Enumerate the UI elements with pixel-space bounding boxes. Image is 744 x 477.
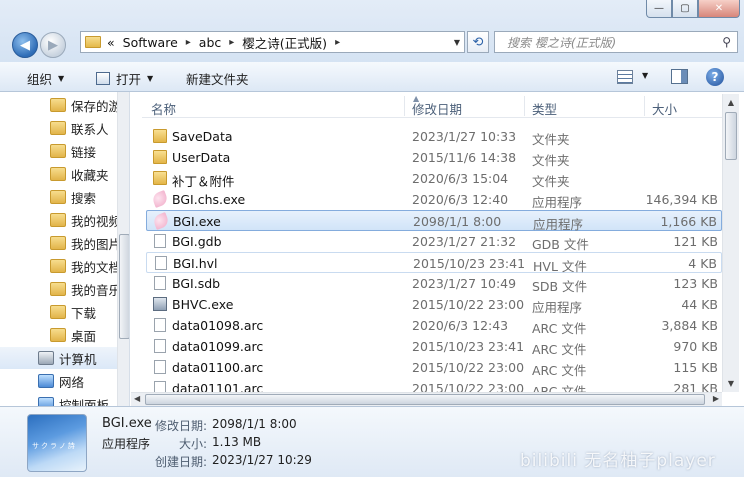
search-icon[interactable]: ⚲	[722, 35, 731, 49]
control-panel-icon	[38, 397, 54, 406]
file-icon	[154, 339, 166, 353]
file-row[interactable]: 补丁＆附件 2020/6/3 15:04 文件夹	[146, 168, 722, 189]
folder-icon	[153, 171, 167, 185]
scroll-up-icon[interactable]: ▲	[723, 94, 739, 111]
file-row[interactable]: data01100.arc 2015/10/22 23:00 ARC 文件 115 K…	[146, 357, 722, 378]
file-size: 1,166 KB	[660, 214, 717, 229]
detail-created-label: 创建日期:	[155, 455, 208, 469]
file-size: 970 KB	[673, 339, 718, 354]
file-date: 2023/1/27 21:32	[412, 234, 517, 249]
detail-type: 应用程序	[102, 437, 151, 451]
file-row[interactable]: BHVC.exe 2015/10/22 23:00 应用程序 44 KB	[146, 294, 722, 315]
file-date: 2015/10/23 23:41	[412, 339, 525, 354]
file-name: data01099.arc	[172, 339, 264, 354]
file-type: SDB 文件	[532, 279, 588, 294]
sakura-app-icon	[152, 212, 170, 230]
scroll-left-icon[interactable]: ◀	[134, 394, 140, 403]
file-row[interactable]: data01098.arc 2020/6/3 12:43 ARC 文件 3,884 K…	[146, 315, 722, 336]
file-size: 115 KB	[673, 360, 718, 375]
file-type: ARC 文件	[532, 384, 587, 392]
horizontal-scroll-thumb[interactable]	[145, 394, 705, 405]
scroll-down-icon[interactable]: ▼	[723, 375, 739, 392]
file-name: SaveData	[172, 129, 233, 144]
sidebar-item-label: 控制面板	[59, 397, 110, 407]
detail-size-label: 大小:	[179, 437, 208, 451]
file-type: ARC 文件	[532, 342, 587, 357]
file-date: 2023/1/27 10:33	[412, 129, 517, 144]
file-icon	[155, 256, 167, 270]
file-size: 121 KB	[673, 234, 718, 249]
file-row[interactable]: BGI.exe 2098/1/1 8:00 应用程序 1,166 KB	[146, 210, 722, 232]
app-icon	[153, 297, 167, 311]
detail-modified-label: 修改日期:	[155, 419, 208, 433]
horizontal-scrollbar[interactable]: ◀ ▶	[131, 392, 722, 406]
file-list-scrollbar[interactable]: ▲ ▼	[722, 94, 739, 392]
file-name: BHVC.exe	[172, 297, 234, 312]
file-type: 文件夹	[532, 132, 570, 147]
file-name: UserData	[172, 150, 231, 165]
file-date: 2098/1/1 8:00	[413, 214, 502, 229]
file-size: 4 KB	[688, 256, 717, 271]
file-name: BGI.sdb	[172, 276, 221, 291]
file-type: ARC 文件	[532, 321, 587, 336]
file-date: 2015/10/23 23:41	[413, 256, 526, 271]
file-icon	[154, 234, 166, 248]
thumbnail-logo-text: サクラノ詩	[32, 442, 77, 450]
watermark: bilibili 无名柚子player	[520, 451, 716, 471]
file-row[interactable]: data01099.arc 2015/10/23 23:41 ARC 文件 970 K…	[146, 336, 722, 357]
file-row[interactable]: UserData 2015/11/6 14:38 文件夹	[146, 147, 722, 168]
file-row[interactable]: data01101.arc 2015/10/22 23:00 ARC 文件 281 K…	[146, 378, 722, 392]
file-name: BGI.exe	[173, 214, 221, 229]
file-type: 应用程序	[532, 300, 583, 315]
file-name: BGI.hvl	[173, 256, 218, 271]
file-thumbnail: サクラノ詩	[27, 414, 87, 472]
file-size: 146,394 KB	[645, 192, 718, 207]
detail-filename: BGI.exe	[102, 416, 152, 431]
file-name: data01098.arc	[172, 318, 264, 333]
file-type: 应用程序	[532, 195, 583, 210]
file-row[interactable]: BGI.gdb 2023/1/27 21:32 GDB 文件 121 KB	[146, 231, 722, 252]
sidebar-item-control-panel[interactable]: 控制面板	[0, 393, 117, 406]
file-date: 2020/6/3 15:04	[412, 171, 509, 186]
file-size: 281 KB	[673, 381, 718, 392]
file-size: 123 KB	[673, 276, 718, 291]
file-type: ARC 文件	[532, 363, 587, 378]
file-name: BGI.gdb	[172, 234, 222, 249]
file-name: data01100.arc	[172, 360, 264, 375]
file-date: 2020/6/3 12:40	[412, 192, 509, 207]
detail-created-value: 2023/1/27 10:29	[212, 453, 312, 467]
file-icon	[154, 318, 166, 332]
file-row[interactable]: BGI.hvl 2015/10/23 23:41 HVL 文件 4 KB	[146, 252, 722, 274]
file-name: 补丁＆附件	[172, 174, 235, 189]
scroll-thumb[interactable]	[725, 112, 737, 160]
file-icon	[154, 276, 166, 290]
file-date: 2023/1/27 10:49	[412, 276, 517, 291]
file-size: 3,884 KB	[661, 318, 718, 333]
file-date: 2015/11/6 14:38	[412, 150, 517, 165]
file-size: 44 KB	[681, 297, 718, 312]
file-type: GDB 文件	[532, 237, 589, 252]
file-icon	[154, 360, 166, 374]
detail-modified-value: 2098/1/1 8:00	[212, 417, 297, 431]
file-type: 文件夹	[532, 153, 570, 168]
sakura-app-icon	[151, 190, 169, 208]
folder-icon	[153, 129, 167, 143]
file-name: BGI.chs.exe	[172, 192, 246, 207]
file-name: data01101.arc	[172, 381, 264, 392]
scroll-right-icon[interactable]: ▶	[713, 394, 719, 403]
folder-icon	[153, 150, 167, 164]
file-list: SaveData 2023/1/27 10:33 文件夹 UserData 2015/1…	[0, 0, 722, 392]
file-date: 2015/10/22 23:00	[412, 360, 525, 375]
file-date: 2015/10/22 23:00	[412, 381, 525, 392]
detail-size-value: 1.13 MB	[212, 435, 262, 449]
file-type: 文件夹	[532, 174, 570, 189]
file-row[interactable]: SaveData 2023/1/27 10:33 文件夹	[146, 126, 722, 147]
file-row[interactable]: BGI.chs.exe 2020/6/3 12:40 应用程序 146,394 KB	[146, 189, 722, 210]
file-date: 2020/6/3 12:43	[412, 318, 509, 333]
file-date: 2015/10/22 23:00	[412, 297, 525, 312]
file-row[interactable]: BGI.sdb 2023/1/27 10:49 SDB 文件 123 KB	[146, 273, 722, 294]
file-icon	[154, 381, 166, 392]
